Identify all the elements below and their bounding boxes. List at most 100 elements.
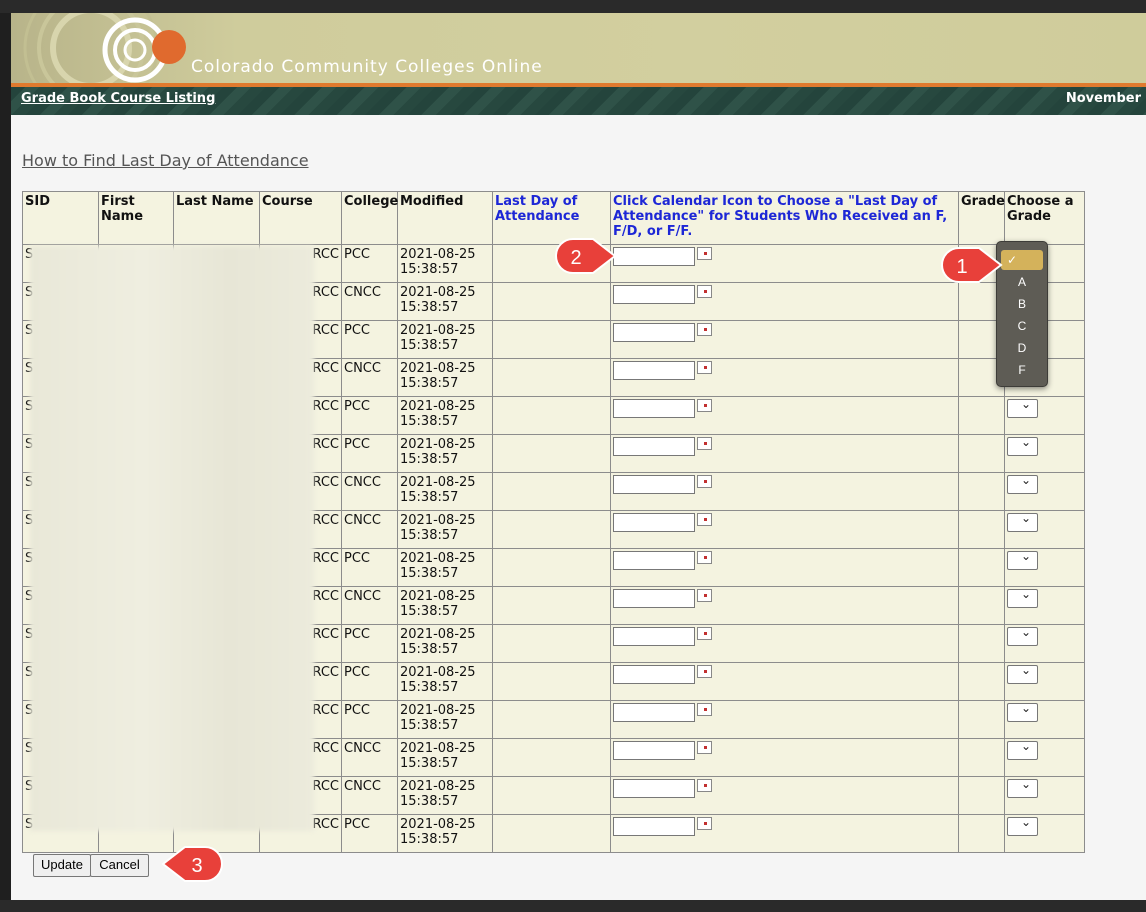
calendar-icon[interactable] <box>697 817 712 830</box>
grade-option[interactable]: C <box>1001 316 1043 336</box>
college-text: CNCC <box>344 779 381 794</box>
modified-date: 2021-08-25 <box>400 627 476 642</box>
last-day-cell <box>492 358 611 397</box>
modified-time: 15:38:57 <box>400 262 459 277</box>
course-text: RCC <box>312 741 339 756</box>
calendar-icon[interactable] <box>697 741 712 754</box>
calendar-icon[interactable] <box>697 475 712 488</box>
grade-select[interactable] <box>1007 815 1038 836</box>
last-day-cell <box>492 624 611 663</box>
calendar-cell <box>610 244 959 283</box>
college-cell: CNCC <box>341 510 398 549</box>
modified-date: 2021-08-25 <box>400 589 476 604</box>
calendar-icon[interactable] <box>697 247 712 260</box>
college-cell: PCC <box>341 624 398 663</box>
college-text: CNCC <box>344 741 381 756</box>
last-day-date-input[interactable] <box>613 665 695 684</box>
grade-select[interactable] <box>1007 549 1038 570</box>
grade-select[interactable] <box>1007 739 1038 760</box>
college-cell: PCC <box>341 700 398 739</box>
modified-cell: 2021-08-25 15:38:57 <box>397 396 493 435</box>
update-button[interactable]: Update <box>33 854 91 877</box>
last-day-date-input[interactable] <box>613 589 695 608</box>
grade-select[interactable] <box>1007 397 1038 418</box>
calendar-icon[interactable] <box>697 437 712 450</box>
modified-time: 15:38:57 <box>400 832 459 847</box>
choose-grade-cell <box>1004 624 1085 663</box>
choose-grade-cell <box>1004 738 1085 777</box>
last-day-date-input[interactable] <box>613 475 695 494</box>
grade-book-course-listing-link[interactable]: Grade Book Course Listing <box>21 91 215 106</box>
modified-cell: 2021-08-25 15:38:57 <box>397 624 493 663</box>
modified-time: 15:38:57 <box>400 338 459 353</box>
grade-option[interactable]: D <box>1001 338 1043 358</box>
college-cell: CNCC <box>341 282 398 321</box>
grade-option[interactable]: F <box>1001 360 1043 380</box>
cancel-button[interactable]: Cancel <box>90 854 149 877</box>
modified-date: 2021-08-25 <box>400 817 476 832</box>
last-day-date-input[interactable] <box>613 247 695 266</box>
calendar-icon[interactable] <box>697 361 712 374</box>
calendar-icon[interactable] <box>697 589 712 602</box>
last-day-date-input[interactable] <box>613 361 695 380</box>
last-day-date-input[interactable] <box>613 741 695 760</box>
modified-time: 15:38:57 <box>400 566 459 581</box>
course-text: RCC <box>312 665 339 680</box>
college-cell: PCC <box>341 662 398 701</box>
marker-1-icon: 1 <box>940 247 1003 283</box>
modified-cell: 2021-08-25 15:38:57 <box>397 282 493 321</box>
grade-select[interactable] <box>1007 435 1038 456</box>
calendar-icon[interactable] <box>697 665 712 678</box>
last-day-date-input[interactable] <box>613 285 695 304</box>
last-day-date-input[interactable] <box>613 399 695 418</box>
grade-cell <box>958 396 1005 435</box>
grade-select[interactable] <box>1007 663 1038 684</box>
last-day-cell <box>492 814 611 853</box>
choose-grade-cell <box>1004 434 1085 473</box>
college-text: PCC <box>344 399 370 414</box>
last-day-cell <box>492 282 611 321</box>
last-day-date-input[interactable] <box>613 513 695 532</box>
last-day-attendance-help-link[interactable]: How to Find Last Day of Attendance <box>22 151 309 170</box>
window-frame-bottom <box>0 900 1146 912</box>
modified-cell: 2021-08-25 15:38:57 <box>397 738 493 777</box>
last-day-date-input[interactable] <box>613 551 695 570</box>
grade-select[interactable] <box>1007 473 1038 494</box>
last-day-cell <box>492 320 611 359</box>
column-header: First Name <box>98 191 174 245</box>
calendar-icon[interactable] <box>697 627 712 640</box>
calendar-icon[interactable] <box>697 285 712 298</box>
column-header: Grade <box>958 191 1005 245</box>
grade-option[interactable]: B <box>1001 294 1043 314</box>
calendar-icon[interactable] <box>697 551 712 564</box>
grade-select[interactable] <box>1007 625 1038 646</box>
college-cell: PCC <box>341 814 398 853</box>
last-day-cell <box>492 510 611 549</box>
modified-time: 15:38:57 <box>400 718 459 733</box>
last-day-date-input[interactable] <box>613 817 695 836</box>
last-day-date-input[interactable] <box>613 437 695 456</box>
choose-grade-cell <box>1004 662 1085 701</box>
last-day-date-input[interactable] <box>613 323 695 342</box>
modified-cell: 2021-08-25 15:38:57 <box>397 814 493 853</box>
calendar-cell <box>610 624 959 663</box>
last-day-date-input[interactable] <box>613 779 695 798</box>
calendar-icon[interactable] <box>697 513 712 526</box>
grade-select[interactable] <box>1007 511 1038 532</box>
last-day-date-input[interactable] <box>613 627 695 646</box>
calendar-icon[interactable] <box>697 779 712 792</box>
modified-cell: 2021-08-25 15:38:57 <box>397 434 493 473</box>
grade-cell <box>958 434 1005 473</box>
site-title: Colorado Community Colleges Online <box>191 57 543 77</box>
grade-cell <box>958 586 1005 625</box>
college-text: PCC <box>344 323 370 338</box>
calendar-icon[interactable] <box>697 703 712 716</box>
last-day-date-input[interactable] <box>613 703 695 722</box>
grade-select[interactable] <box>1007 587 1038 608</box>
calendar-icon[interactable] <box>697 399 712 412</box>
modified-date: 2021-08-25 <box>400 285 476 300</box>
grade-select[interactable] <box>1007 777 1038 798</box>
grade-cell <box>958 510 1005 549</box>
calendar-icon[interactable] <box>697 323 712 336</box>
grade-select[interactable] <box>1007 701 1038 722</box>
